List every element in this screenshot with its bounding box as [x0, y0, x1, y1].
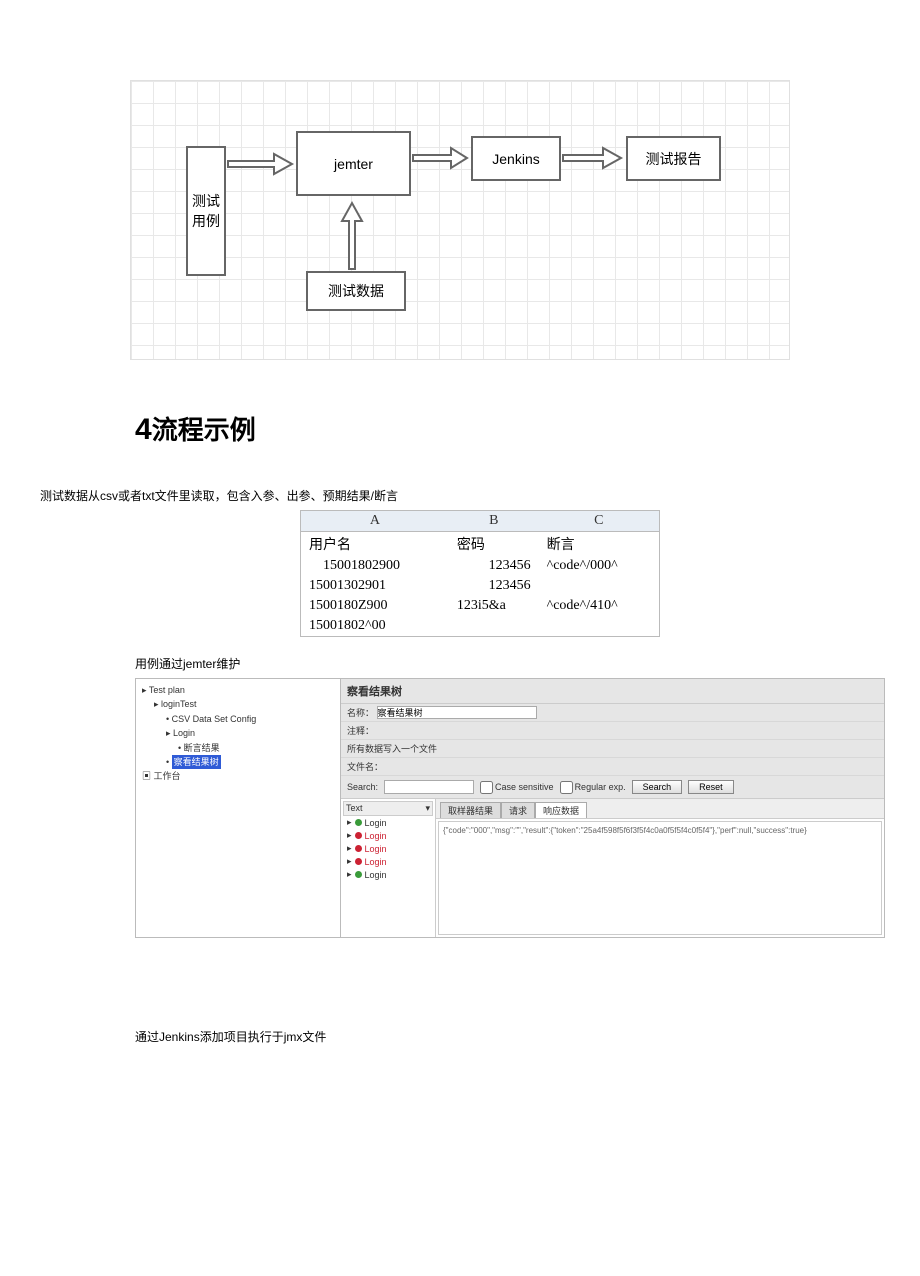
tree-node[interactable]: ▣ 工作台 [140, 769, 336, 783]
filename-row: 文件名： [341, 758, 884, 776]
results-list: Text▾ ▸ Login ▸ Login ▸ Login ▸ Login ▸ … [341, 799, 436, 937]
jmeter-screenshot: ▸ Test plan ▸ loginTest • CSV Data Set C… [135, 678, 885, 938]
box-report: 测试报告 [626, 136, 721, 181]
status-fail-icon [355, 832, 362, 839]
table-row: 1500180Z900123i5&a^code^/410^ [301, 596, 660, 616]
regex-checkbox[interactable]: Regular exp. [560, 781, 626, 794]
table-row: 15001302901123456 [301, 576, 660, 596]
name-input[interactable] [377, 706, 537, 719]
response-tabs-area: 取样器结果 请求 响应数据 {"code":"000","msg":"","re… [436, 799, 884, 937]
flow-diagram: 测试 用例 jemter Jenkins 测试报告 测试数据 [130, 80, 790, 360]
panel-title: 察看结果树 [341, 679, 884, 704]
status-fail-icon [355, 845, 362, 852]
search-label: Search: [347, 782, 378, 792]
status-fail-icon [355, 858, 362, 865]
box-usecase-label: 测试 用例 [192, 191, 220, 231]
result-row[interactable]: ▸ Login [343, 868, 433, 881]
jmeter-tree: ▸ Test plan ▸ loginTest • CSV Data Set C… [136, 679, 341, 937]
paragraph-jmeter: 用例通过jemter维护 [135, 655, 920, 672]
col-letter: C [539, 511, 660, 532]
response-body: {"code":"000","msg":"","result":{"token"… [438, 821, 882, 935]
tree-node[interactable]: ▸ Login [140, 726, 336, 740]
col-header: 密码 [449, 532, 539, 557]
results-header: Text▾ [343, 801, 433, 816]
col-letters-row: A B C [301, 511, 660, 532]
box-testdata: 测试数据 [306, 271, 406, 311]
box-jenkins-label: Jenkins [492, 151, 539, 167]
search-input[interactable] [384, 780, 474, 794]
status-pass-icon [355, 871, 362, 878]
search-row: Search: Case sensitive Regular exp. Sear… [341, 776, 884, 799]
box-usecase: 测试 用例 [186, 146, 226, 276]
writeto-label: 所有数据写入一个文件 [341, 740, 884, 758]
col-letter: A [301, 511, 449, 532]
arrow-icon [226, 151, 296, 177]
paragraph-csv: 测试数据从csv或者txt文件里读取，包含入参、出参、预期结果/断言 [40, 487, 920, 504]
result-row[interactable]: ▸ Login [343, 842, 433, 855]
case-sensitive-checkbox[interactable]: Case sensitive [480, 781, 554, 794]
table-row: 15001802^00 [301, 616, 660, 637]
results-body: Text▾ ▸ Login ▸ Login ▸ Login ▸ Login ▸ … [341, 799, 884, 937]
box-report-label: 测试报告 [646, 149, 702, 169]
tree-node[interactable]: • CSV Data Set Config [140, 712, 336, 726]
paragraph-jenkins: 通过Jenkins添加项目执行于jmx文件 [135, 1028, 920, 1045]
tab-request[interactable]: 请求 [501, 802, 535, 818]
name-field-row: 名称： [341, 704, 884, 722]
col-header: 断言 [539, 532, 660, 557]
table-row: 15001802900123456^code^/000^ [301, 556, 660, 576]
box-jemter: jemter [296, 131, 411, 196]
tab-row: 取样器结果 请求 响应数据 [436, 799, 884, 819]
section-heading: 4流程示例 [135, 410, 920, 447]
comment-label: 注释： [347, 726, 374, 736]
box-jemter-label: jemter [334, 156, 373, 172]
result-row[interactable]: ▸ Login [343, 816, 433, 829]
arrow-up-icon [339, 199, 365, 271]
status-pass-icon [355, 819, 362, 826]
name-label: 名称： [347, 708, 374, 718]
dropdown-icon[interactable]: ▾ [425, 803, 430, 814]
tree-node-selected[interactable]: • 察看结果树 [140, 755, 336, 769]
heading-number: 4 [135, 413, 152, 446]
csv-spreadsheet: A B C 用户名 密码 断言 15001802900123456^code^/… [300, 510, 660, 637]
search-button[interactable]: Search [632, 780, 683, 794]
reset-button[interactable]: Reset [688, 780, 734, 794]
heading-text: 流程示例 [152, 415, 256, 445]
arrow-icon [411, 145, 471, 171]
result-row[interactable]: ▸ Login [343, 829, 433, 842]
filename-label: 文件名： [347, 762, 383, 772]
tree-node[interactable]: ▸ Test plan [140, 683, 336, 697]
box-jenkins: Jenkins [471, 136, 561, 181]
tab-sampler[interactable]: 取样器结果 [440, 802, 501, 818]
tab-response[interactable]: 响应数据 [535, 802, 587, 818]
col-letter: B [449, 511, 539, 532]
box-testdata-label: 测试数据 [328, 281, 384, 301]
tree-node[interactable]: • 断言结果 [140, 741, 336, 755]
tree-node[interactable]: ▸ loginTest [140, 697, 336, 711]
comment-field-row: 注释： [341, 722, 884, 740]
col-header: 用户名 [301, 532, 449, 557]
header-row: 用户名 密码 断言 [301, 532, 660, 557]
jmeter-main-panel: 察看结果树 名称： 注释： 所有数据写入一个文件 文件名： Search: Ca… [341, 679, 884, 937]
result-row[interactable]: ▸ Login [343, 855, 433, 868]
arrow-icon [561, 145, 626, 171]
